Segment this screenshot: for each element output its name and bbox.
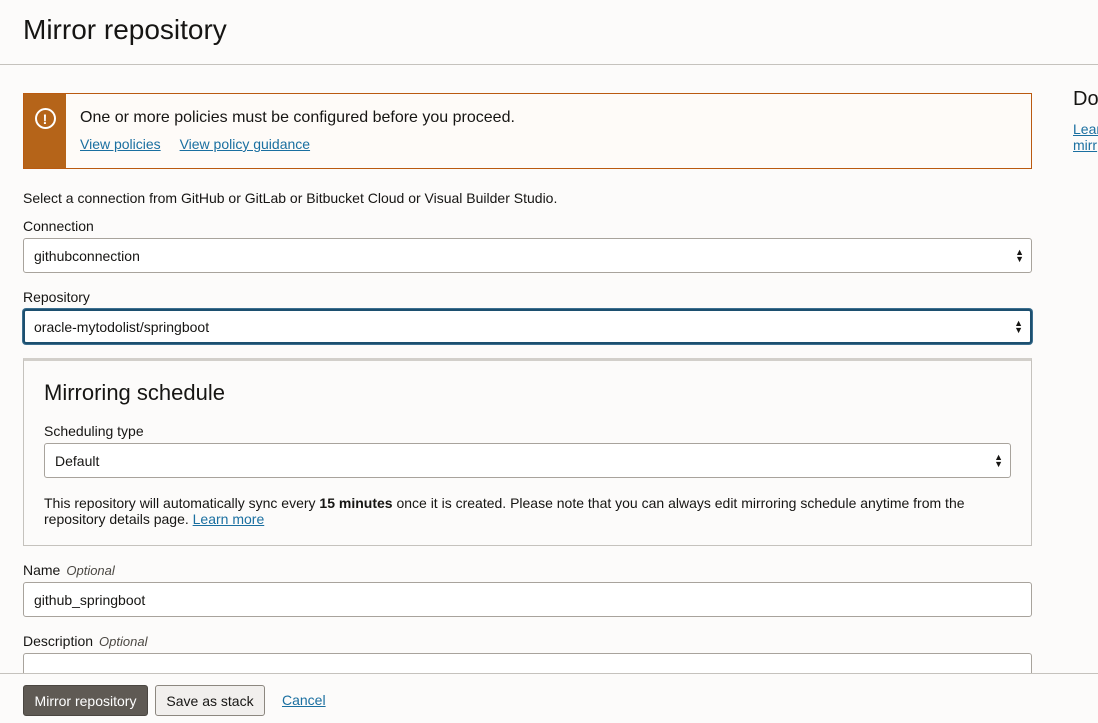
- select-chevron-icon: ▲ ▼: [994, 451, 1003, 469]
- select-chevron-icon: ▲ ▼: [1015, 246, 1024, 264]
- scheduling-type-select[interactable]: Default ▲ ▼: [44, 443, 1011, 478]
- select-chevron-icon: ▲ ▼: [1014, 317, 1023, 335]
- name-label-text: Name: [23, 562, 61, 578]
- help-panel-title: Do: [1073, 88, 1098, 110]
- optional-tag: Optional: [66, 563, 115, 578]
- alert-icon-bar: !: [24, 94, 66, 168]
- alert-body: One or more policies must be configured …: [66, 94, 515, 168]
- mirror-repository-button[interactable]: Mirror repository: [23, 685, 148, 716]
- connection-select[interactable]: githubconnection ▲ ▼: [23, 238, 1032, 273]
- schedule-interval: 15 minutes: [319, 495, 393, 511]
- help-panel-link[interactable]: Lear mirr: [1073, 121, 1098, 153]
- connection-value: githubconnection: [34, 247, 140, 264]
- warning-icon: !: [34, 108, 56, 129]
- help-link-line-1[interactable]: Lear: [1073, 121, 1098, 137]
- repository-value: oracle-mytodolist/springboot: [34, 318, 210, 335]
- mirroring-schedule-section: Mirroring schedule Scheduling type Defau…: [23, 358, 1032, 546]
- repository-select[interactable]: oracle-mytodolist/springboot ▲ ▼: [23, 309, 1032, 344]
- name-label: Name Optional: [23, 562, 115, 578]
- scheduling-type-label: Scheduling type: [44, 423, 144, 439]
- page-header: Mirror repository: [0, 0, 1098, 65]
- mirroring-schedule-title: Mirroring schedule: [44, 380, 225, 405]
- description-label: Description Optional: [23, 633, 147, 649]
- action-footer: Mirror repository Save as stack Cancel: [0, 673, 1098, 723]
- help-link-line-2[interactable]: mirr: [1073, 137, 1098, 153]
- schedule-note-text: This repository will automatically sync …: [44, 495, 320, 511]
- repository-label: Repository: [23, 289, 90, 305]
- page-title: Mirror repository: [23, 14, 227, 45]
- name-value: github_springboot: [34, 591, 146, 608]
- optional-tag: Optional: [99, 634, 148, 649]
- connection-label: Connection: [23, 218, 94, 234]
- schedule-note: This repository will automatically sync …: [44, 495, 1004, 527]
- view-policy-guidance-link[interactable]: View policy guidance: [180, 136, 311, 152]
- name-input[interactable]: github_springboot: [23, 582, 1032, 617]
- save-as-stack-button[interactable]: Save as stack: [155, 685, 265, 716]
- view-policies-link[interactable]: View policies: [80, 136, 161, 152]
- connection-intro-text: Select a connection from GitHub or GitLa…: [23, 190, 558, 206]
- scheduling-type-value: Default: [55, 452, 100, 469]
- alert-links: View policies View policy guidance: [80, 136, 515, 152]
- policy-warning-alert: ! One or more policies must be configure…: [23, 93, 1032, 169]
- description-label-text: Description: [23, 633, 94, 649]
- learn-more-link[interactable]: Learn more: [193, 511, 265, 527]
- cancel-link[interactable]: Cancel: [282, 692, 326, 708]
- alert-message: One or more policies must be configured …: [80, 109, 515, 126]
